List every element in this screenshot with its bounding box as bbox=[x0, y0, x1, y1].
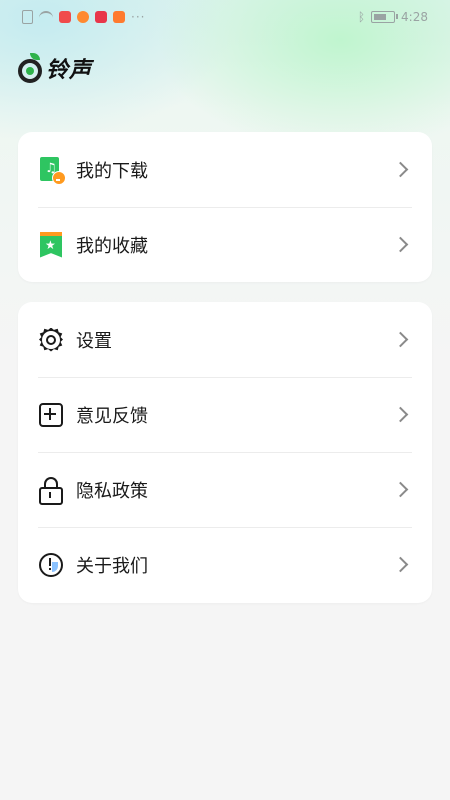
weibo-notification-icon bbox=[77, 11, 89, 23]
gear-icon bbox=[38, 327, 64, 353]
menu-item-label: 我的下载 bbox=[76, 160, 148, 182]
app-notification-icon bbox=[95, 11, 107, 23]
bluetooth-icon: ᛒ bbox=[357, 10, 366, 24]
video-app-notification-icon bbox=[113, 11, 125, 23]
app-notification-icon bbox=[59, 11, 71, 23]
lock-icon bbox=[38, 476, 64, 505]
menu-item-label: 我的收藏 bbox=[76, 235, 148, 257]
sim-icon bbox=[22, 10, 33, 24]
menu-item-settings[interactable]: 设置 bbox=[18, 302, 432, 377]
chevron-right-icon bbox=[392, 331, 409, 348]
more-notifications-icon: ··· bbox=[131, 10, 146, 24]
chevron-right-icon bbox=[392, 161, 409, 178]
menu-item-label: 隐私政策 bbox=[76, 480, 148, 502]
menu-item-label: 意见反馈 bbox=[76, 405, 148, 427]
status-left: ··· bbox=[22, 10, 145, 24]
status-right: ᛒ 4:28 bbox=[358, 10, 428, 24]
download-music-icon: ♫ bbox=[38, 156, 66, 185]
plus-box-icon bbox=[38, 402, 64, 428]
chevron-right-icon bbox=[392, 481, 409, 498]
app-title: 铃声 bbox=[46, 58, 93, 83]
app-header: 铃声 bbox=[18, 52, 92, 84]
chevron-right-icon bbox=[392, 236, 409, 253]
menu-card-personal: ♫ 我的下载 ★ 我的收藏 bbox=[18, 132, 432, 282]
info-icon bbox=[38, 552, 64, 578]
status-bar: ··· ᛒ 4:28 bbox=[0, 0, 450, 34]
menu-card-general: 设置 意见反馈 隐私政策 关于我们 bbox=[18, 302, 432, 603]
menu-item-label: 设置 bbox=[76, 330, 112, 352]
menu-item-about[interactable]: 关于我们 bbox=[18, 527, 432, 602]
menu-item-downloads[interactable]: ♫ 我的下载 bbox=[18, 132, 432, 207]
menu-item-feedback[interactable]: 意见反馈 bbox=[18, 377, 432, 452]
menu-item-label: 关于我们 bbox=[76, 555, 148, 577]
menu-item-privacy[interactable]: 隐私政策 bbox=[18, 452, 432, 527]
bookmark-star-icon: ★ bbox=[38, 231, 64, 258]
app-logo-icon bbox=[18, 53, 42, 83]
chevron-right-icon bbox=[392, 406, 409, 423]
battery-icon bbox=[371, 11, 399, 23]
chevron-right-icon bbox=[392, 556, 409, 573]
menu-item-favorites[interactable]: ★ 我的收藏 bbox=[18, 207, 432, 282]
wifi-icon bbox=[39, 11, 53, 23]
status-time: 4:28 bbox=[401, 10, 428, 24]
